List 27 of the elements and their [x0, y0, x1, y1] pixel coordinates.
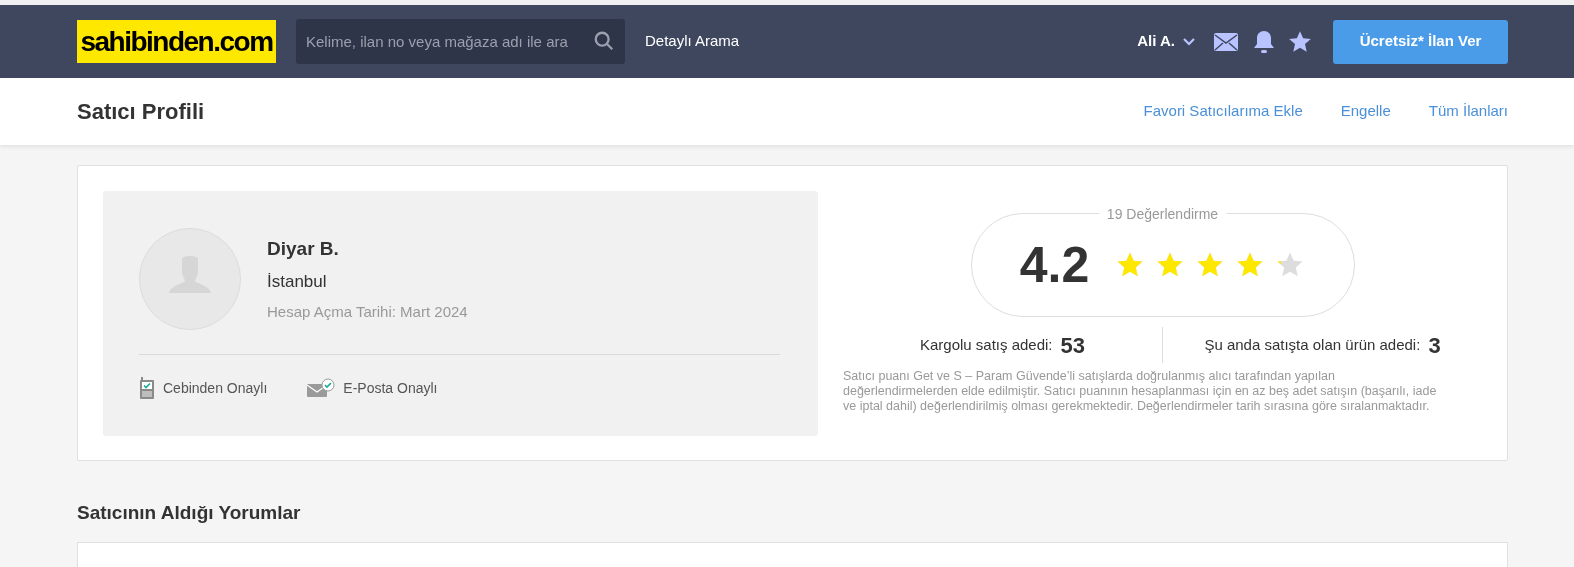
stat-label: Şu anda satışta olan ürün adedi: [1204, 334, 1421, 355]
site-logo[interactable]: sahibinden.com [77, 20, 276, 63]
user-menu[interactable]: Ali A. [1137, 30, 1195, 53]
phone-check-icon [139, 377, 155, 399]
header-link[interactable]: Favori Satıcılarıma Ekle [1143, 100, 1303, 123]
chevron-down-icon [1183, 37, 1195, 46]
rating-note: Satıcı puanı Get ve S – Param Güvende’li satışlarda doğrulanmış alıcı tarafından yapılan değerlendirmelerden elde edilmiştir. Satıcı puanının hesaplanması için en az beş adet satışın (başarılı, iade ve iptal dahil) değerlendirilmiş olması gerekmektedir. Değerlendirmeler tarih sırasına göre sıralanmaktadır. [843, 369, 1438, 414]
envelope-icon[interactable] [1213, 31, 1239, 52]
search-icon[interactable] [593, 30, 615, 52]
stat-value: 3 [1428, 331, 1441, 360]
verification-label: E-Posta Onaylı [343, 378, 438, 398]
account-date: Hesap Açma Tarihi: Mart 2024 [267, 301, 468, 322]
stat-label: Kargolu satış adedi: [919, 334, 1053, 355]
stat-value: 53 [1060, 331, 1086, 360]
page-title: Satıcı Profili [77, 98, 205, 126]
seller-city: İstanbul [267, 271, 328, 294]
search-field[interactable]: Kelime, ilan no veya mağaza adı ile ara [296, 19, 625, 64]
verification-label: Cebinden Onaylı [163, 378, 268, 398]
header-link[interactable]: Tüm İlanları [1428, 100, 1508, 123]
header-link[interactable]: Engelle [1340, 100, 1391, 123]
detailed-search-link[interactable]: Detaylı Arama [645, 30, 740, 53]
bell-icon[interactable] [1253, 29, 1275, 54]
post-ad-button[interactable]: Ücretsiz* İlan Ver [1333, 19, 1508, 64]
rating-score: 4.2 [1019, 235, 1090, 295]
reviews-heading: Satıcının Aldığı Yorumlar [77, 501, 302, 525]
seller-name: Diyar B. [267, 236, 340, 261]
envelope-check-icon [307, 378, 336, 398]
